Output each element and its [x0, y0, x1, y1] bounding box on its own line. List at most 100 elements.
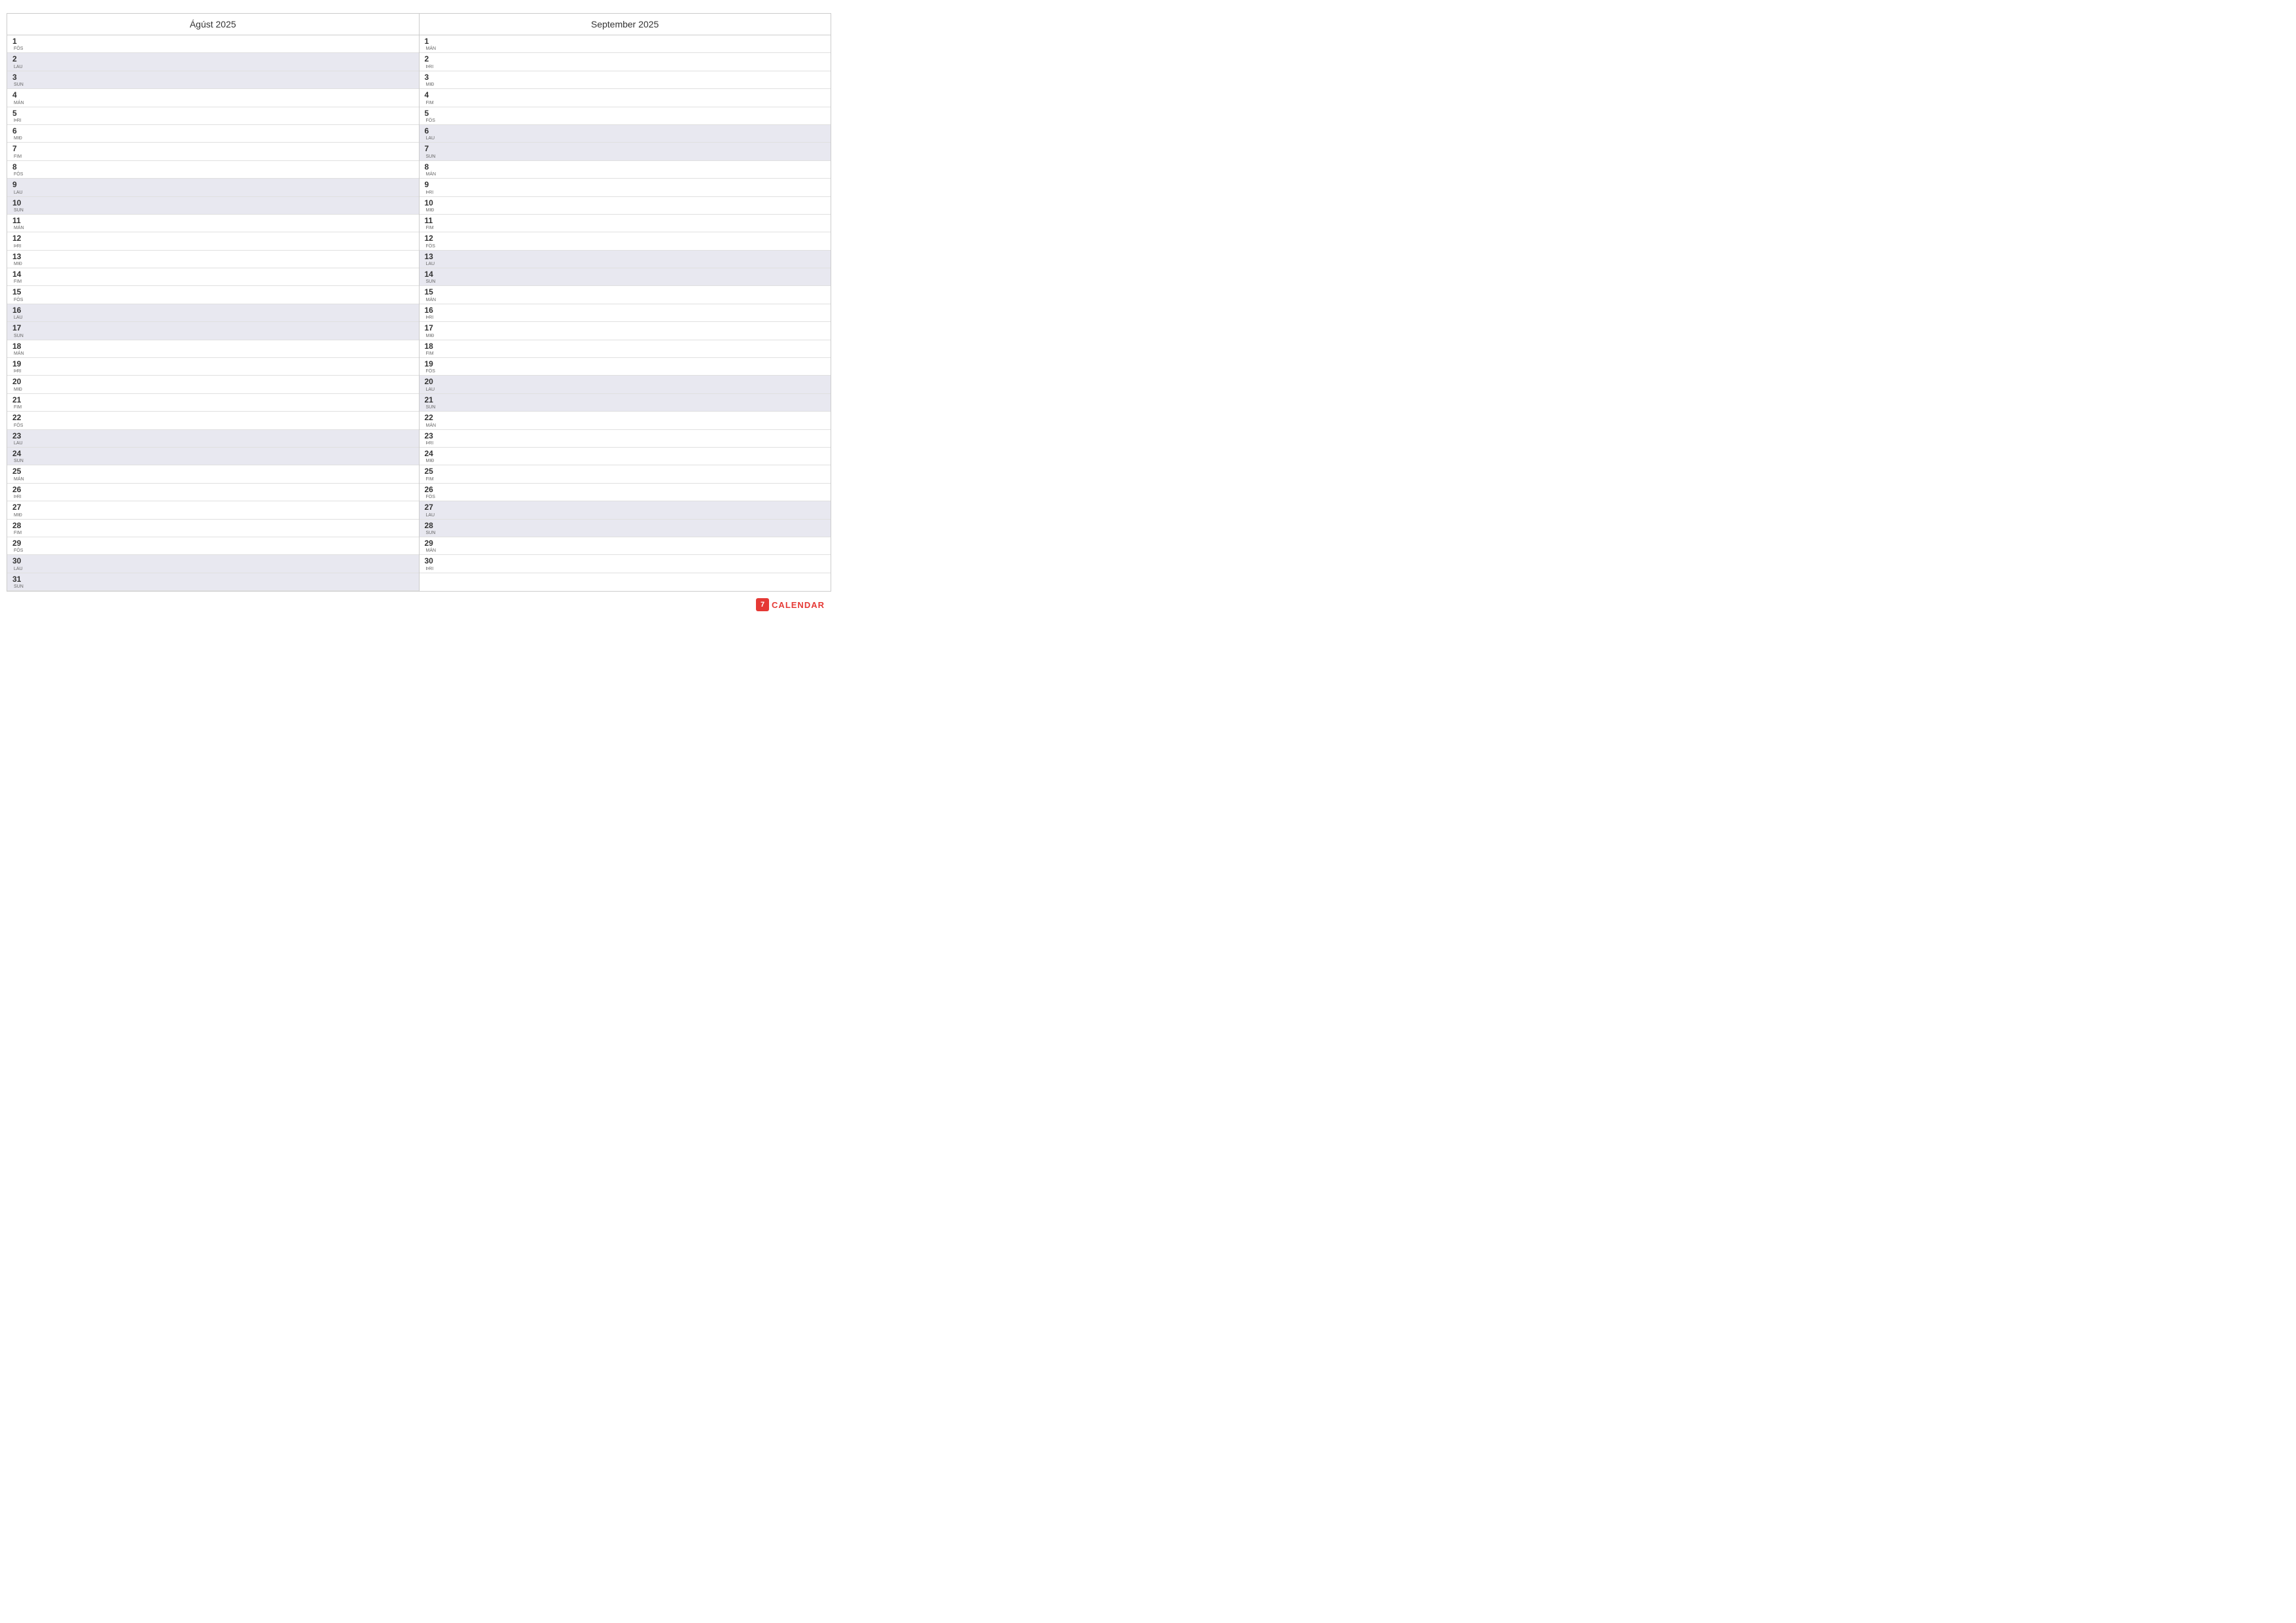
- day-name: SUN: [14, 82, 26, 87]
- day-name: LAU: [14, 315, 26, 320]
- day-row[interactable]: 15FÖS: [7, 286, 419, 304]
- day-row[interactable]: 18MÁN: [7, 340, 419, 358]
- day-row[interactable]: 23ÞRI: [420, 430, 831, 448]
- day-number: 20: [12, 377, 26, 386]
- calendar-logo-text: CALENDAR: [772, 600, 825, 610]
- day-row[interactable]: 5ÞRI: [7, 107, 419, 125]
- day-row[interactable]: 27MIÐ: [7, 501, 419, 519]
- day-info: 24MIÐ: [425, 449, 438, 463]
- month-header-september-2025: September 2025: [420, 14, 831, 35]
- day-row[interactable]: 31SUN: [7, 573, 419, 591]
- day-row[interactable]: 20MIÐ: [7, 376, 419, 393]
- day-name: LAU: [14, 440, 26, 446]
- day-row[interactable]: 12FÖS: [420, 232, 831, 250]
- day-row[interactable]: 8MÁN: [420, 161, 831, 179]
- day-number: 22: [425, 413, 438, 422]
- day-name: MÁN: [426, 46, 438, 51]
- day-row[interactable]: 19FÖS: [420, 358, 831, 376]
- day-number: 3: [12, 73, 26, 82]
- day-row[interactable]: 20LAU: [420, 376, 831, 393]
- day-name: MÁN: [14, 351, 26, 356]
- day-number: 19: [425, 359, 438, 368]
- day-name: ÞRI: [426, 440, 438, 446]
- day-row[interactable]: 28SUN: [420, 520, 831, 537]
- day-row[interactable]: 9LAU: [7, 179, 419, 196]
- day-row[interactable]: 18FIM: [420, 340, 831, 358]
- day-name: FÖS: [14, 548, 26, 553]
- day-row[interactable]: 25FIM: [420, 465, 831, 483]
- day-row[interactable]: 14SUN: [420, 268, 831, 286]
- day-row[interactable]: 26ÞRI: [7, 484, 419, 501]
- day-row[interactable]: 13MIÐ: [7, 251, 419, 268]
- day-row[interactable]: 24SUN: [7, 448, 419, 465]
- day-number: 4: [12, 90, 26, 99]
- day-row[interactable]: 7SUN: [420, 143, 831, 160]
- day-row[interactable]: 10MIÐ: [420, 197, 831, 215]
- day-info: 12FÖS: [425, 234, 438, 248]
- day-row[interactable]: 10SUN: [7, 197, 419, 215]
- day-name: LAU: [14, 190, 26, 195]
- day-number: 3: [425, 73, 438, 82]
- day-row[interactable]: 9ÞRI: [420, 179, 831, 196]
- day-row[interactable]: 29MÁN: [420, 537, 831, 555]
- day-row[interactable]: 3SUN: [7, 71, 419, 89]
- day-info: 2LAU: [12, 54, 26, 69]
- day-number: 19: [12, 359, 26, 368]
- day-row[interactable]: 14FIM: [7, 268, 419, 286]
- day-row[interactable]: 8FÖS: [7, 161, 419, 179]
- day-row[interactable]: 22MÁN: [420, 412, 831, 429]
- day-row[interactable]: 22FÖS: [7, 412, 419, 429]
- day-row[interactable]: 13LAU: [420, 251, 831, 268]
- day-row[interactable]: 11FIM: [420, 215, 831, 232]
- day-row[interactable]: 21SUN: [420, 394, 831, 412]
- day-info: 30ÞRI: [425, 556, 438, 571]
- day-row[interactable]: 17MIÐ: [420, 322, 831, 340]
- day-row[interactable]: 2LAU: [7, 53, 419, 71]
- day-row[interactable]: 21FIM: [7, 394, 419, 412]
- day-number: 13: [425, 252, 438, 261]
- day-row[interactable]: 7FIM: [7, 143, 419, 160]
- day-number: 28: [425, 521, 438, 530]
- day-row[interactable]: 4MÁN: [7, 89, 419, 107]
- day-number: 16: [425, 306, 438, 315]
- day-row[interactable]: 17SUN: [7, 322, 419, 340]
- day-row[interactable]: 6MIÐ: [7, 125, 419, 143]
- day-row[interactable]: 25MÁN: [7, 465, 419, 483]
- day-row[interactable]: 24MIÐ: [420, 448, 831, 465]
- day-row[interactable]: 12ÞRI: [7, 232, 419, 250]
- day-row[interactable]: 19ÞRI: [7, 358, 419, 376]
- day-info: 14FIM: [12, 270, 26, 284]
- day-row[interactable]: 23LAU: [7, 430, 419, 448]
- day-name: MÁN: [426, 297, 438, 302]
- day-number: 15: [12, 287, 26, 296]
- day-info: 31SUN: [12, 575, 26, 589]
- day-name: FÖS: [426, 118, 438, 123]
- day-row[interactable]: 16LAU: [7, 304, 419, 322]
- day-name: MÁN: [426, 548, 438, 553]
- day-name: LAU: [426, 512, 438, 518]
- day-row[interactable]: 30ÞRI: [420, 555, 831, 573]
- day-row[interactable]: 1MÁN: [420, 35, 831, 53]
- day-row[interactable]: 4FIM: [420, 89, 831, 107]
- app-logo: 7 CALENDAR: [756, 598, 825, 611]
- day-name: FÖS: [426, 494, 438, 499]
- day-info: 8MÁN: [425, 162, 438, 177]
- day-row[interactable]: 3MIÐ: [420, 71, 831, 89]
- day-row[interactable]: 27LAU: [420, 501, 831, 519]
- day-row[interactable]: 30LAU: [7, 555, 419, 573]
- day-row[interactable]: 6LAU: [420, 125, 831, 143]
- day-row[interactable]: 11MÁN: [7, 215, 419, 232]
- day-row[interactable]: 15MÁN: [420, 286, 831, 304]
- day-row[interactable]: 16ÞRI: [420, 304, 831, 322]
- day-info: 16LAU: [12, 306, 26, 320]
- day-row[interactable]: 29FÖS: [7, 537, 419, 555]
- day-row[interactable]: 26FÖS: [420, 484, 831, 501]
- day-row[interactable]: 5FÖS: [420, 107, 831, 125]
- day-info: 9LAU: [12, 180, 26, 194]
- day-row[interactable]: 28FIM: [7, 520, 419, 537]
- day-number: 23: [425, 431, 438, 440]
- day-row[interactable]: 2ÞRI: [420, 53, 831, 71]
- day-info: 5FÖS: [425, 109, 438, 123]
- day-number: 5: [12, 109, 26, 118]
- day-row[interactable]: 1FÖS: [7, 35, 419, 53]
